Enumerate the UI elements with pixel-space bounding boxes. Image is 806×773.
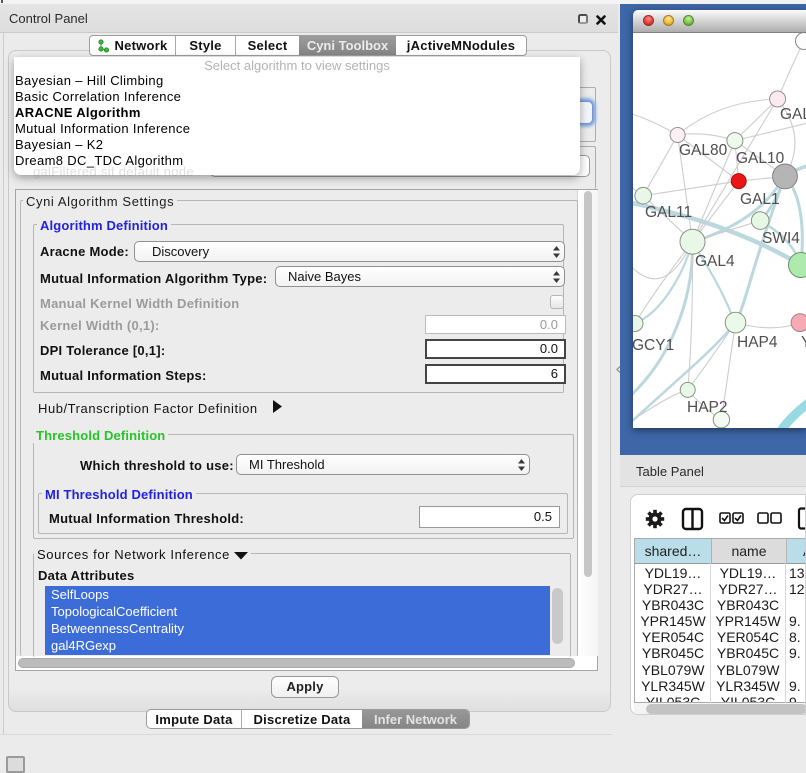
svg-text:GCY1: GCY1 bbox=[633, 337, 674, 354]
svg-text:HAP2: HAP2 bbox=[687, 399, 728, 416]
svg-text:GAL80: GAL80 bbox=[679, 142, 728, 159]
svg-text:Y: Y bbox=[801, 334, 806, 351]
svg-text:HAP4: HAP4 bbox=[737, 334, 778, 351]
svg-text:GAL8: GAL8 bbox=[780, 106, 806, 123]
svg-text:GAL4: GAL4 bbox=[695, 253, 735, 270]
svg-text:GAL10: GAL10 bbox=[736, 150, 785, 167]
svg-text:SWI4: SWI4 bbox=[762, 230, 800, 247]
svg-text:GAL1: GAL1 bbox=[740, 191, 780, 208]
svg-text:GAL11: GAL11 bbox=[645, 204, 692, 221]
